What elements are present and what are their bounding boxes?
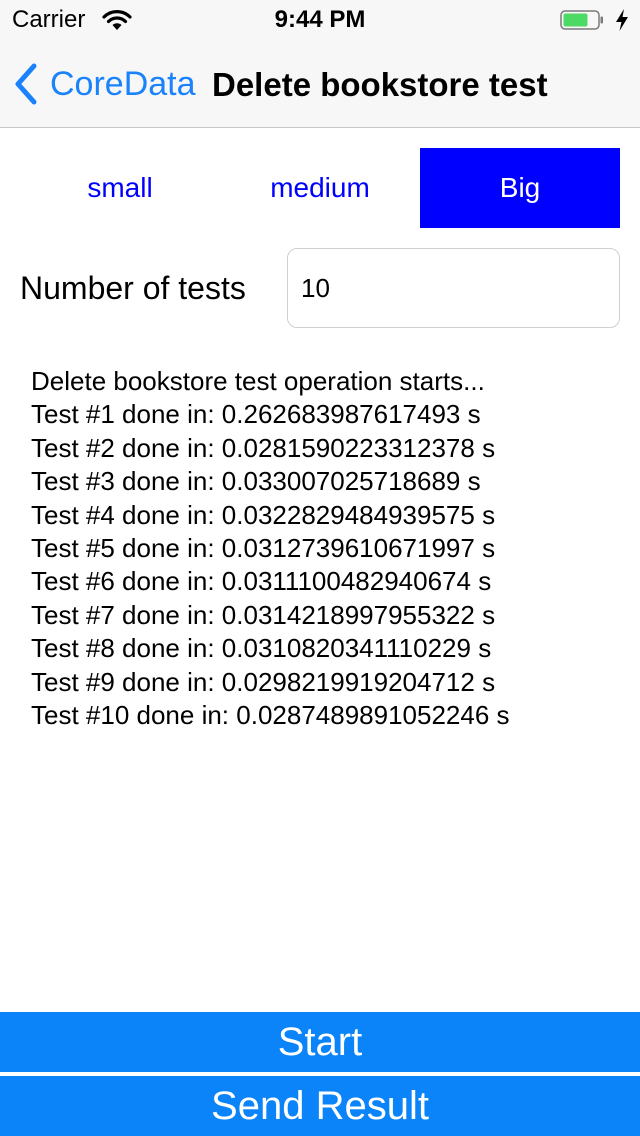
log-line: Test #7 done in: 0.0314218997955322 s <box>31 599 496 630</box>
log-line: Test #1 done in: 0.262683987617493 s <box>31 399 481 430</box>
back-label: CoreData <box>50 64 196 103</box>
log-line: Test #3 done in: 0.033007025718689 s <box>31 466 481 497</box>
send-result-button[interactable]: Send Result <box>0 1076 640 1136</box>
battery-icon <box>560 10 603 30</box>
back-button[interactable]: CoreData <box>14 60 196 108</box>
log-line: Test #10 done in: 0.0287489891052246 s <box>31 700 510 731</box>
charging-bolt-icon <box>616 9 628 31</box>
log-line: Delete bookstore test operation starts..… <box>31 366 485 396</box>
log-line: Test #6 done in: 0.0311100482940674 s <box>31 566 492 597</box>
page-title: Delete bookstore test <box>212 66 548 103</box>
log-line: Test #8 done in: 0.0310820341110229 s <box>31 633 492 664</box>
number-of-tests-label: Number of tests <box>20 270 246 306</box>
number-of-tests-input[interactable] <box>287 248 620 328</box>
start-button[interactable]: Start <box>0 1012 640 1072</box>
segment-big[interactable]: Big <box>420 148 620 228</box>
status-time: 9:44 PM <box>274 6 366 33</box>
log-line: Test #5 done in: 0.0312739610671997 s <box>31 533 496 564</box>
status-bar: Carrier 9:44 PM <box>0 0 640 40</box>
log-line: Test #2 done in: 0.0281590223312378 s <box>31 432 496 463</box>
segment-medium[interactable]: medium <box>220 148 420 228</box>
chevron-left-icon <box>15 63 37 105</box>
log-line: Test #4 done in: 0.0322829484939575 s <box>31 499 496 530</box>
result-log: Delete bookstore test operation starts..… <box>31 365 621 732</box>
navigation-bar: CoreData Delete bookstore test <box>0 40 640 128</box>
segment-small[interactable]: small <box>20 148 220 228</box>
log-line: Test #9 done in: 0.0298219919204712 s <box>31 666 496 697</box>
